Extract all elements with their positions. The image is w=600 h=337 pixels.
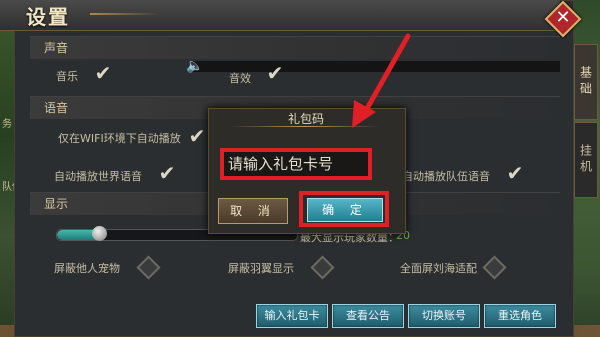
close-icon[interactable]: ✕ — [550, 5, 576, 31]
hide-pet-label: 屏蔽他人宠物 — [54, 262, 120, 275]
title-bar — [0, 0, 560, 31]
hide-wing-label: 屏蔽羽翼显示 — [228, 262, 294, 275]
team-voice-checkbox[interactable]: ✔ — [504, 162, 526, 184]
effect-label: 音效 — [229, 72, 251, 85]
window-title: 设置 — [26, 5, 70, 29]
gift-code-button[interactable]: 输入礼包卡 — [256, 304, 328, 328]
confirm-button[interactable]: 确 定 — [307, 198, 383, 222]
left-strip-text: 务 — [2, 119, 12, 130]
section-title-sound: 声音 — [44, 41, 69, 55]
section-title-display: 显示 — [44, 197, 69, 211]
view-notice-button[interactable]: 查看公告 — [332, 304, 404, 328]
effect-checkbox[interactable]: ✔ — [264, 62, 286, 84]
cancel-button[interactable]: 取 消 — [218, 198, 288, 224]
wifi-autoplay-checkbox[interactable]: ✔ — [186, 125, 208, 147]
tab-auto-battle[interactable]: 挂机 — [574, 122, 598, 198]
wifi-autoplay-label: 仅在WIFI环境下自动播放 — [58, 132, 181, 145]
title-decoration — [90, 13, 160, 15]
music-checkbox[interactable]: ✔ — [92, 62, 114, 84]
team-voice-label: 自动播放队伍语音 — [402, 170, 490, 183]
tab-basic[interactable]: 基础 — [574, 44, 598, 120]
section-header-sound — [30, 36, 560, 59]
world-voice-label: 自动播放世界语音 — [54, 170, 142, 183]
gift-code-input[interactable]: 请输入礼包卡号 — [220, 148, 372, 180]
fullscreen-notch-label: 全面屏刘海适配 — [400, 262, 477, 275]
speaker-icon: 🔈 — [186, 58, 204, 74]
reselect-role-button[interactable]: 重选角色 — [484, 304, 556, 328]
music-label: 音乐 — [56, 70, 78, 83]
annotation-arrow-icon — [352, 33, 411, 128]
max-players-slider-knob[interactable] — [92, 226, 107, 241]
section-title-voice: 语音 — [44, 101, 69, 115]
world-voice-checkbox[interactable]: ✔ — [156, 162, 178, 184]
switch-account-button[interactable]: 切换账号 — [408, 304, 480, 328]
